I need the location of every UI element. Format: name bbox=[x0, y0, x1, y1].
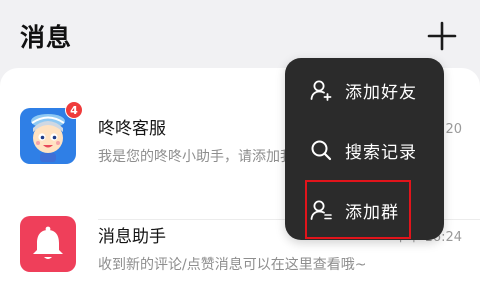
menu-item-add-friend[interactable]: 添加好友 bbox=[285, 62, 444, 118]
plus-icon bbox=[427, 21, 457, 51]
page-title: 消息 bbox=[20, 23, 73, 52]
highlight-box bbox=[305, 180, 411, 239]
menu-item-label: 搜索记录 bbox=[345, 143, 417, 163]
unread-badge: 4 bbox=[65, 101, 83, 119]
avatar bbox=[20, 216, 76, 272]
conversation-name: 咚咚客服 bbox=[98, 119, 166, 139]
search-icon bbox=[311, 140, 332, 161]
add-friend-icon bbox=[310, 80, 332, 101]
conversation-name: 消息助手 bbox=[98, 227, 166, 247]
bell-icon bbox=[33, 226, 63, 259]
menu-item-label: 添加好友 bbox=[345, 83, 417, 103]
avatar: 4 bbox=[20, 101, 83, 164]
add-button[interactable] bbox=[426, 20, 458, 52]
menu-item-search-records[interactable]: 搜索记录 bbox=[285, 122, 444, 178]
conversation-preview: 收到新的评论/点赞消息可以在这里查看哦~ bbox=[98, 257, 367, 273]
